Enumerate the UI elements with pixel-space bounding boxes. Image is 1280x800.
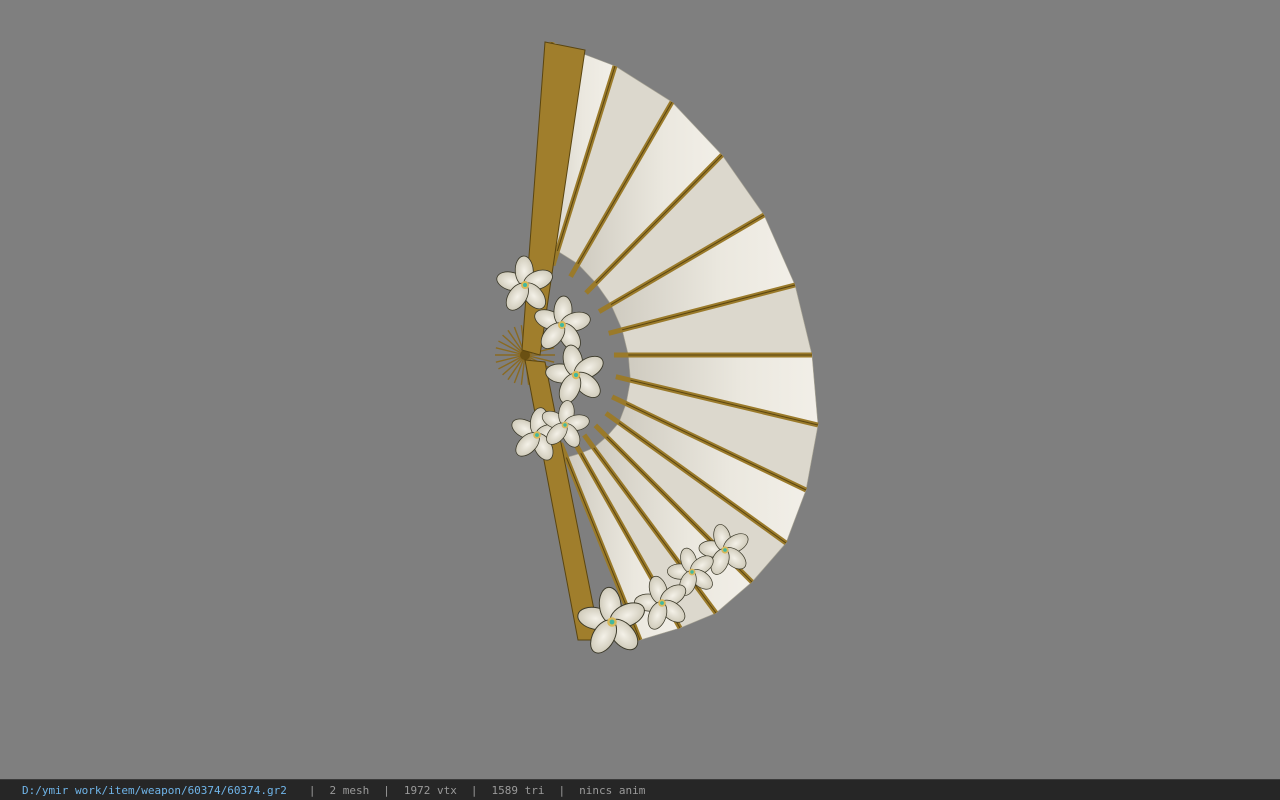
status-separator: | — [383, 783, 390, 797]
anim-status-label: nincs anim — [579, 783, 646, 797]
file-path-label: D:/ymir work/item/weapon/60374/60374.gr2 — [22, 783, 287, 797]
flower-center — [660, 601, 664, 605]
vertex-count-label: 1972 vtx — [403, 783, 457, 797]
status-separator: | — [558, 783, 566, 797]
3d-viewport[interactable] — [0, 0, 1280, 779]
flower — [545, 344, 604, 404]
fan-model — [495, 41, 819, 654]
flower-center — [535, 433, 539, 437]
flower-center — [573, 372, 579, 378]
flower-center — [723, 548, 727, 552]
flower-center — [523, 283, 527, 287]
mesh-count-label: 2 mesh — [329, 783, 370, 797]
flower-center — [609, 619, 615, 625]
status-separator: | — [470, 783, 478, 797]
flower-center — [690, 570, 694, 574]
flower-center — [560, 323, 564, 327]
status-bar: D:/ymir work/item/weapon/60374/60374.gr2… — [0, 779, 1280, 800]
flower-center — [563, 423, 567, 427]
status-separator: | — [308, 783, 316, 797]
triangle-count-label: 1589 tri — [491, 783, 545, 797]
